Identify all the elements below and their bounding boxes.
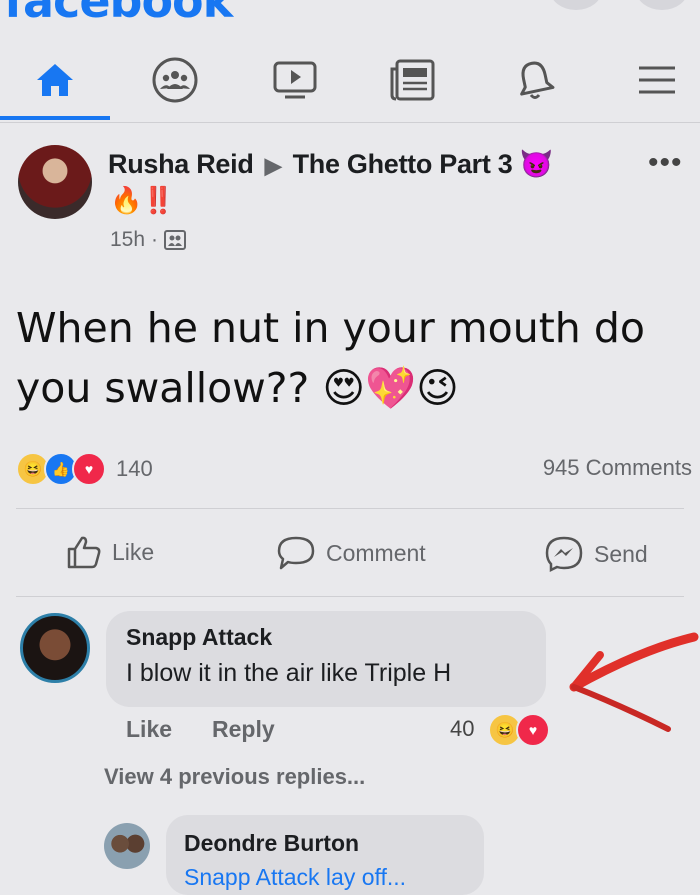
reply-author[interactable]: Deondre Burton	[184, 830, 359, 857]
send-label: Send	[594, 540, 648, 567]
app-brand: facebook	[4, 0, 233, 28]
post-author-avatar[interactable]	[18, 145, 92, 219]
view-previous-replies-link[interactable]: View 4 previous replies...	[104, 764, 365, 790]
comments-count[interactable]: 945 Comments	[543, 455, 692, 481]
messenger-button[interactable]	[636, 0, 688, 10]
post-time[interactable]: 15h	[110, 228, 145, 252]
like-label: Like	[112, 538, 155, 565]
divider	[16, 508, 684, 509]
send-button[interactable]: Send	[544, 535, 648, 573]
groups-icon	[152, 57, 198, 103]
comment-text: I blow it in the air like Triple H	[126, 659, 452, 687]
commenter-avatar[interactable]	[20, 613, 90, 683]
comment-button[interactable]: Comment	[276, 535, 426, 571]
active-tab-indicator	[0, 116, 110, 120]
post-meta: 15h ·	[110, 228, 187, 252]
search-button[interactable]	[550, 0, 602, 10]
post-author-name[interactable]: Rusha Reid	[108, 149, 254, 179]
comment-like-button[interactable]: Like	[126, 716, 172, 743]
nav-notifications-tab[interactable]	[500, 50, 570, 110]
menu-icon	[639, 66, 675, 94]
comment-reply-button[interactable]: Reply	[212, 716, 275, 743]
shared-to-arrow-icon: ▶	[264, 153, 282, 178]
devil-emoji: 😈	[519, 149, 554, 179]
love-reaction-icon: ♥	[516, 713, 550, 747]
nav-menu-tab[interactable]	[622, 50, 692, 110]
like-button[interactable]: Like	[66, 535, 154, 569]
reactions-summary[interactable]: 😆 👍 ♥ 140	[16, 452, 153, 486]
bell-icon	[520, 61, 555, 99]
messenger-icon	[545, 536, 583, 573]
reply-author-avatar[interactable]	[104, 823, 150, 869]
news-icon	[390, 59, 435, 101]
reaction-count: 140	[116, 456, 153, 481]
nav-groups-tab[interactable]	[140, 50, 210, 110]
nav-bar	[0, 40, 700, 123]
divider	[16, 596, 684, 597]
comment-author[interactable]: Snapp Attack	[126, 624, 272, 651]
post-text: When he nut in your mouth do you swallow…	[16, 304, 645, 412]
red-arrow-annotation	[569, 632, 699, 732]
nav-home-tab[interactable]	[20, 50, 90, 110]
post-header: Rusha Reid ▶ The Ghetto Part 3 😈	[108, 148, 553, 180]
thumbs-up-icon	[67, 536, 101, 569]
watch-icon	[273, 61, 317, 99]
love-reaction-icon: ♥	[72, 452, 106, 486]
post-group-name[interactable]: The Ghetto Part 3	[293, 149, 513, 179]
comment-label: Comment	[326, 539, 426, 566]
reply-text: Snapp Attack lay off...	[184, 864, 407, 890]
home-icon	[37, 64, 73, 96]
nav-watch-tab[interactable]	[260, 50, 330, 110]
comment-reactions[interactable]: 😆 ♥	[488, 713, 550, 747]
nav-news-tab[interactable]	[378, 50, 448, 110]
group-audience-icon	[164, 230, 187, 250]
meta-separator: ·	[151, 228, 159, 251]
post-options-icon[interactable]: •••	[648, 146, 683, 180]
comment-bubble-icon	[277, 536, 315, 570]
comment-reaction-count: 40	[450, 716, 475, 741]
title-emoji-line: 🔥‼️	[110, 185, 175, 215]
